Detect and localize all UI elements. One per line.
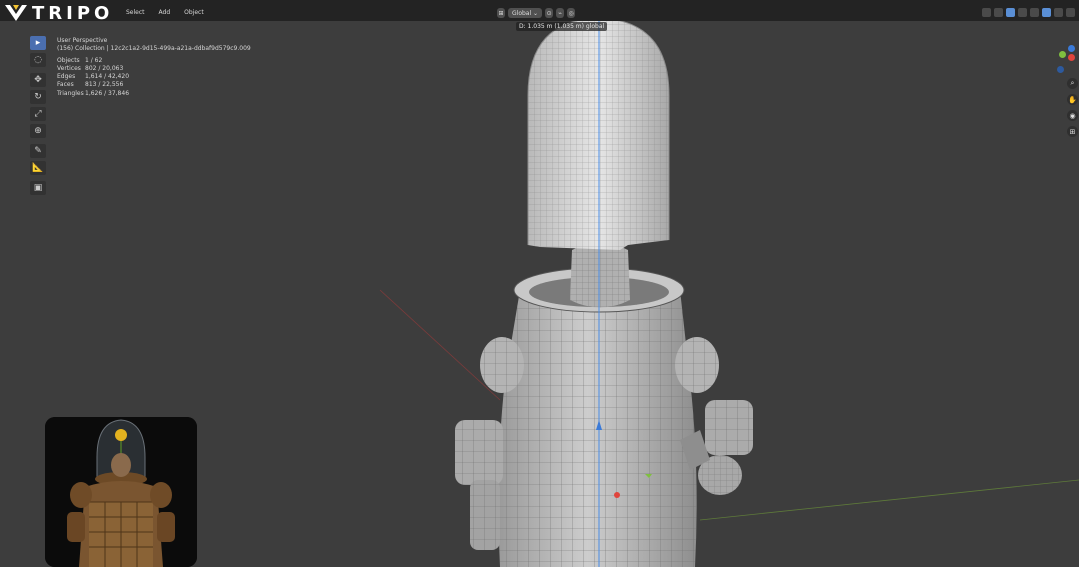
reference-character-render [45,417,197,567]
tripo-logo: TRIPO [4,2,113,24]
snap-icon[interactable]: ⌁ [556,8,565,18]
visibility-icon[interactable] [982,8,991,17]
stat-value: 802 / 20,063 [85,64,124,72]
view-nav-tools: ⌕ ✋ ◉ ⊞ [1067,78,1079,142]
view-name: User Perspective [57,37,108,44]
x-handle [614,492,620,498]
xray-icon[interactable] [1018,8,1027,17]
y-axis-line [699,479,1079,521]
x-axis-line [379,289,501,401]
stat-row: Edges 1,614 / 42,420 [57,73,251,81]
gizmo-x-axis[interactable] [1068,54,1075,61]
orientation-icon[interactable]: ⊞ [497,8,505,18]
overlay-icon[interactable] [1006,8,1015,17]
wireframe-shading-icon[interactable] [1030,8,1039,17]
gizmo-y-axis[interactable] [1059,51,1066,58]
stat-row: Triangles 1,626 / 37,846 [57,90,251,98]
zoom-icon[interactable]: ⌕ [1067,78,1078,89]
viewport-stats-overlay: User Perspective (156) Collection | 12c2… [57,37,251,98]
brand-name: TRIPO [32,2,114,24]
viewport-shading-controls [982,8,1075,17]
character-body-mesh [455,242,753,567]
menu-object[interactable]: Object [182,8,206,17]
pivot-icon[interactable]: ⊙ [545,8,554,18]
gizmo-neg-z-axis[interactable] [1057,66,1064,73]
camera-view-icon[interactable]: ◉ [1067,110,1078,121]
stat-value: 1,614 / 42,420 [85,73,130,81]
stat-row: Faces 813 / 22,556 [57,81,251,89]
stat-value: 813 / 22,556 [85,81,124,89]
solid-shading-icon[interactable] [1042,8,1051,17]
tool-shelf: ▸ ◌ ✥ ↻ ⤢ ⊕ ✎ 📐 ▣ [30,36,48,198]
select-box-tool[interactable]: ▸ [30,36,46,50]
header-menu: Select Add Object [124,8,206,17]
navigation-gizmo[interactable] [1053,37,1079,77]
pan-hand-icon[interactable]: ✋ [1067,94,1078,105]
tripo-logo-icon [5,5,27,21]
stat-label: Faces [57,81,74,89]
rotate-tool[interactable]: ↻ [30,90,46,104]
orientation-label: Global [512,9,532,17]
gizmo-z-axis[interactable] [1068,45,1075,52]
rendered-shading-icon[interactable] [1066,8,1075,17]
material-shading-icon[interactable] [1054,8,1063,17]
menu-select[interactable]: Select [124,8,147,17]
scale-tool[interactable]: ⤢ [30,107,46,121]
ortho-toggle-icon[interactable]: ⊞ [1067,126,1078,137]
menu-add[interactable]: Add [157,8,173,17]
measure-readout: D: 1.035 m (1.035 m) global [516,22,608,31]
stat-label: Triangles [57,89,84,97]
stat-label: Vertices [57,64,81,72]
orientation-dropdown[interactable]: Global ⌄ [508,8,543,18]
collection-name: (156) Collection | 12c2c1a2-9d15-499a-a2… [57,45,251,53]
top-header-bar: TRIPO Select Add Object ⊞ Global ⌄ ⊙ ⌁ ◎ [0,0,1079,24]
stat-label: Edges [57,73,76,81]
stat-row: Objects 1 / 62 [57,57,251,65]
proportional-edit-icon[interactable]: ◎ [567,8,576,18]
measure-tool[interactable]: 📐 [30,161,46,175]
stat-label: Objects [57,56,80,64]
gizmo-toggle-icon[interactable] [994,8,1003,17]
cursor-tool[interactable]: ◌ [30,53,46,67]
annotate-tool[interactable]: ✎ [30,144,46,158]
transform-controls: ⊞ Global ⌄ ⊙ ⌁ ◎ [497,8,576,18]
stat-row: Vertices 802 / 20,063 [57,65,251,73]
transform-tool[interactable]: ⊕ [30,124,46,138]
stat-value: 1 / 62 [85,56,103,64]
reference-image-thumbnail [45,417,197,567]
move-tool[interactable]: ✥ [30,73,46,87]
stat-value: 1,626 / 37,846 [85,89,130,97]
add-cube-tool[interactable]: ▣ [30,181,46,195]
